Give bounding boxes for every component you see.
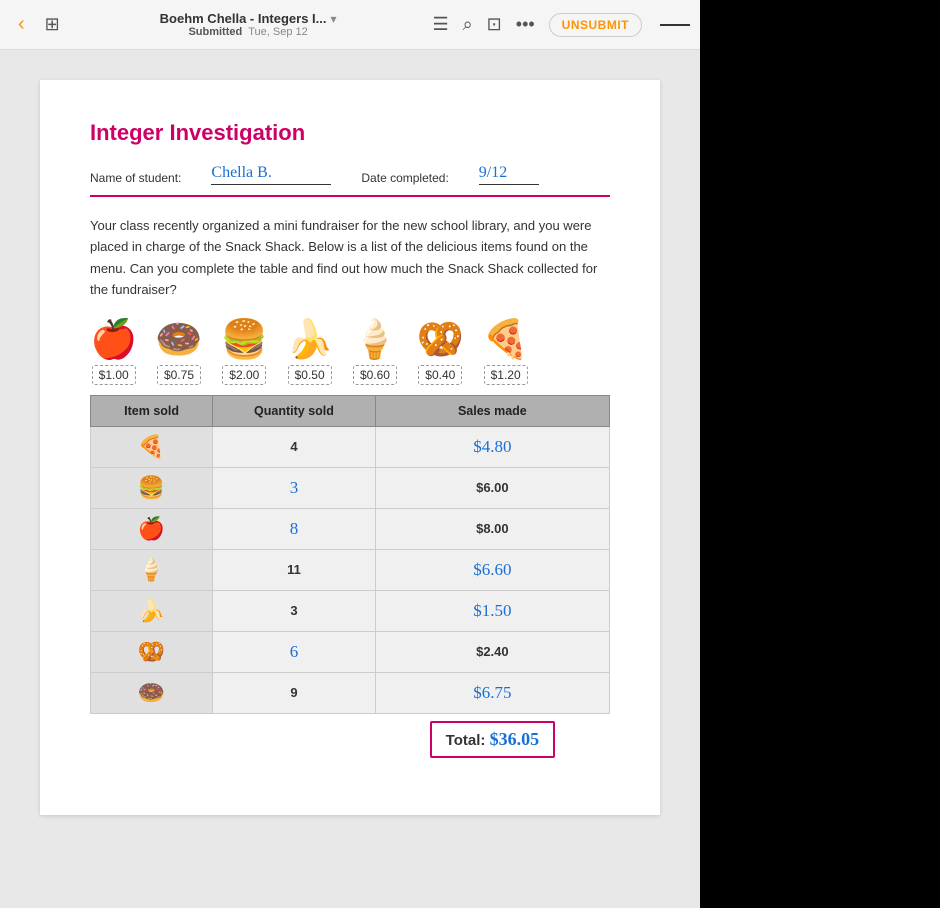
row-icon-1: 🍔 [91,467,213,508]
document-heading: Integer Investigation [90,120,610,146]
table-row: 🍦 11 $6.60 [91,549,610,590]
search-icon[interactable]: ⌕ [463,14,473,35]
toolbar-icons: ☰ ⌕ ⊡ ••• UNSUBMIT [432,13,690,37]
row-icon-6: 🍩 [91,672,213,713]
student-name-value: Chella B. [211,164,331,185]
table-row: 🍌 3 $1.50 [91,590,610,631]
student-name-label: Name of student: [90,171,181,185]
row-sales-5: $2.40 [375,631,609,672]
document-page: Integer Investigation Name of student: C… [40,80,660,815]
total-row: Total: $36.05 [91,713,610,765]
total-box: Total: $36.05 [430,721,555,758]
section-divider [90,195,610,197]
food-price-0: $1.00 [92,365,136,385]
row-sales-2: $8.00 [375,508,609,549]
food-emoji-2: 🍔 [221,321,268,359]
row-sales-4: $1.50 [375,590,609,631]
food-price-5: $0.40 [418,365,462,385]
total-empty-2 [213,713,376,765]
date-label: Date completed: [361,171,448,185]
row-sales-3: $6.60 [375,549,609,590]
toolbar-line [660,24,690,26]
food-emoji-1: 🍩 [155,321,202,359]
food-item-4: 🍦 $0.60 [351,321,398,385]
date-value: 9/12 [479,164,539,185]
main-layout: Integer Investigation Name of student: C… [0,50,940,908]
share-icon[interactable]: ⊡ [487,14,502,35]
food-price-6: $1.20 [484,365,528,385]
total-cell: Total: $36.05 [375,713,609,765]
food-icons-row: 🍎 $1.00 🍩 $0.75 🍔 $2.00 🍌 $0.50 🍦 $0.60 … [90,321,610,385]
food-emoji-5: 🥨 [417,321,464,359]
submission-date: Tue, Sep 12 [248,26,308,38]
submission-status: Submitted [188,26,242,38]
row-sales-6: $6.75 [375,672,609,713]
row-sales-0: $4.80 [375,426,609,467]
food-item-6: 🍕 $1.20 [482,321,529,385]
food-emoji-3: 🍌 [286,321,333,359]
total-value: $36.05 [490,729,540,749]
col-sales-made: Sales made [375,395,609,426]
food-item-0: 🍎 $1.00 [90,321,137,385]
row-icon-5: 🥨 [91,631,213,672]
row-qty-1: 3 [213,467,376,508]
food-emoji-0: 🍎 [90,321,137,359]
title-area: Boehm Chella - Integers I... ▾ Submitted… [72,11,425,38]
row-qty-2: 8 [213,508,376,549]
food-item-2: 🍔 $2.00 [221,321,268,385]
more-icon[interactable]: ••• [516,14,535,35]
row-qty-3: 11 [213,549,376,590]
food-price-4: $0.60 [353,365,397,385]
col-qty-sold: Quantity sold [213,395,376,426]
table-row: 🍩 9 $6.75 [91,672,610,713]
row-sales-1: $6.00 [375,467,609,508]
total-empty-1 [91,713,213,765]
student-info-row: Name of student: Chella B. Date complete… [90,164,610,185]
back-button[interactable]: ‹ [10,9,33,40]
row-qty-6: 9 [213,672,376,713]
row-icon-3: 🍦 [91,549,213,590]
table-row: 🍔 3 $6.00 [91,467,610,508]
row-icon-2: 🍎 [91,508,213,549]
document-title: Boehm Chella - Integers I... [160,11,327,26]
row-icon-4: 🍌 [91,590,213,631]
title-chevron-icon[interactable]: ▾ [331,12,337,26]
list-icon[interactable]: ☰ [432,14,448,35]
food-price-2: $2.00 [222,365,266,385]
col-item-sold: Item sold [91,395,213,426]
table-row: 🍕 4 $4.80 [91,426,610,467]
row-qty-4: 3 [213,590,376,631]
food-item-5: 🥨 $0.40 [417,321,464,385]
row-icon-0: 🍕 [91,426,213,467]
top-bar: ‹ ⊞ Boehm Chella - Integers I... ▾ Submi… [0,0,700,50]
unsubmit-button[interactable]: UNSUBMIT [549,13,642,37]
right-panel [700,50,940,908]
problem-description: Your class recently organized a mini fun… [90,215,610,301]
table-row: 🍎 8 $8.00 [91,508,610,549]
sidebar-toggle-button[interactable]: ⊞ [41,10,64,39]
row-qty-0: 4 [213,426,376,467]
food-emoji-4: 🍦 [351,321,398,359]
food-price-1: $0.75 [157,365,201,385]
food-item-3: 🍌 $0.50 [286,321,333,385]
food-item-1: 🍩 $0.75 [155,321,202,385]
document-area: Integer Investigation Name of student: C… [0,50,700,908]
food-price-3: $0.50 [288,365,332,385]
sales-table: Item sold Quantity sold Sales made 🍕 4 $… [90,395,610,765]
total-label: Total: [446,732,486,749]
row-qty-5: 6 [213,631,376,672]
table-row: 🥨 6 $2.40 [91,631,610,672]
food-emoji-6: 🍕 [482,321,529,359]
